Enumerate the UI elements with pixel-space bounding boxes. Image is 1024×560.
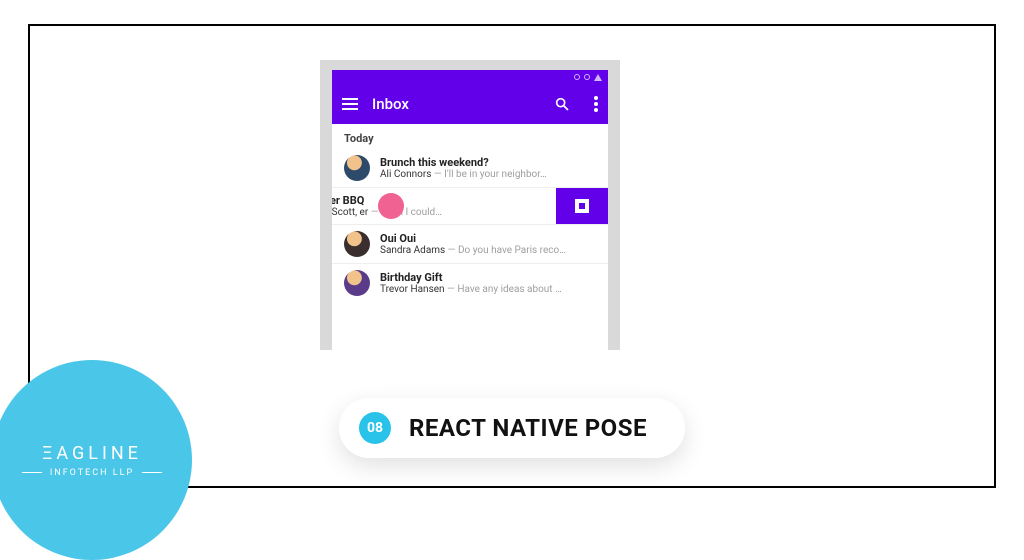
mail-meta: Sandra Adams — Do you have Paris reco… xyxy=(380,245,566,256)
mail-text: Oui Oui Sandra Adams — Do you have Paris… xyxy=(380,232,566,256)
mail-sender: Ali Connors xyxy=(380,169,431,180)
mail-subject: Birthday Gift xyxy=(380,271,562,284)
brand-subtitle: INFOTECH LLP xyxy=(50,468,134,478)
status-indicator-icon xyxy=(584,74,590,80)
archive-icon xyxy=(575,199,589,213)
mail-subject: Brunch this weekend? xyxy=(380,156,547,169)
status-signal-icon xyxy=(594,74,602,81)
more-vert-icon[interactable] xyxy=(594,96,598,112)
brand-badge: ΞAGLINE INFOTECH LLP xyxy=(0,360,192,560)
divider-line xyxy=(142,472,162,473)
mail-text: Birthday Gift Trevor Hansen — Have any i… xyxy=(380,271,562,295)
menu-icon[interactable] xyxy=(342,98,358,110)
brand-name: ΞAGLINE xyxy=(42,443,142,464)
status-indicator-icon xyxy=(574,74,580,80)
touch-indicator-icon xyxy=(378,193,404,219)
mail-meta: Ali Connors — I'll be in your neighbor… xyxy=(380,169,547,180)
caption-number-badge: 08 xyxy=(359,412,391,444)
avatar xyxy=(344,231,370,257)
mail-text: Brunch this weekend? Ali Connors — I'll … xyxy=(380,156,547,180)
mail-meta: Trevor Hansen — Have any ideas about … xyxy=(380,284,562,295)
mail-preview: — Do you have Paris reco… xyxy=(448,245,566,256)
mail-preview: — I'll be in your neighbor… xyxy=(434,169,547,180)
mail-sender: Trevor Hansen xyxy=(380,284,445,295)
search-icon[interactable] xyxy=(554,96,570,112)
caption-pill: 08 REACT NATIVE POSE xyxy=(339,398,685,458)
caption-title: REACT NATIVE POSE xyxy=(409,414,647,442)
mail-preview: — Have any ideas about … xyxy=(447,284,562,295)
avatar xyxy=(344,155,370,181)
section-header: Today xyxy=(332,124,608,149)
app-bar: Inbox xyxy=(332,84,608,124)
mail-list-item[interactable]: Birthday Gift Trevor Hansen — Have any i… xyxy=(332,264,608,302)
device-mock-backdrop: Inbox Today Brunch this weekend? Ali Con… xyxy=(320,60,620,350)
mail-sender: Sandra Adams xyxy=(380,245,445,256)
mail-subject: Oui Oui xyxy=(380,232,566,245)
device-screen: Inbox Today Brunch this weekend? Ali Con… xyxy=(332,70,608,350)
appbar-title: Inbox xyxy=(372,95,540,113)
mail-list-item[interactable]: Brunch this weekend? Ali Connors — I'll … xyxy=(332,149,608,188)
avatar xyxy=(344,270,370,296)
mail-list-item-swiped[interactable]: immer BBQ Alex, Scott, er — Wish I could… xyxy=(332,188,608,225)
mail-list-item[interactable]: Oui Oui Sandra Adams — Do you have Paris… xyxy=(332,225,608,264)
brand-sub-wrap: INFOTECH LLP xyxy=(22,468,162,478)
divider-line xyxy=(22,472,42,473)
swipe-archive-action[interactable] xyxy=(556,188,608,224)
status-bar xyxy=(332,70,608,84)
mail-sender: Alex, Scott, er xyxy=(332,207,368,218)
